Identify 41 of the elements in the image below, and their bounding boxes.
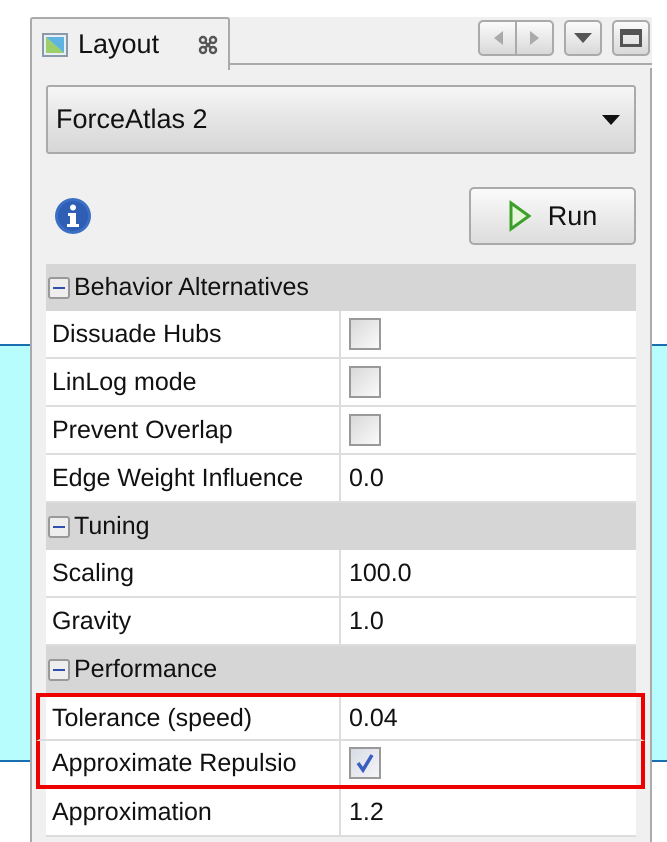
left-arrow-icon <box>492 30 504 46</box>
caret-icon <box>574 33 592 43</box>
collapse-icon[interactable] <box>48 276 70 298</box>
caret-icon <box>602 114 620 124</box>
section-header[interactable]: Performance <box>46 646 636 693</box>
maximize-button[interactable] <box>612 20 650 56</box>
property-value[interactable]: 1.2 <box>349 798 384 826</box>
layout-dropdown[interactable]: ForceAtlas 2 <box>46 85 636 154</box>
property-name: Prevent Overlap <box>46 407 341 453</box>
property-value[interactable]: 100.0 <box>349 558 412 588</box>
section-header[interactable]: Behavior Alternatives <box>46 264 636 311</box>
checkbox[interactable] <box>349 747 381 779</box>
property-name: LinLog mode <box>46 359 341 405</box>
menu-button[interactable] <box>564 20 602 56</box>
property-value[interactable]: 0.04 <box>349 704 398 732</box>
property-name: Dissuade Hubs <box>46 311 341 357</box>
property-name: Approximate Repulsio <box>46 741 341 785</box>
run-button[interactable]: Run <box>469 187 636 245</box>
checkbox[interactable] <box>349 414 381 446</box>
layout-icon <box>42 32 68 56</box>
info-icon[interactable] <box>54 197 92 235</box>
section-title: Performance <box>74 655 218 684</box>
section-title: Tuning <box>74 512 150 541</box>
section-title: Behavior Alternatives <box>74 273 309 302</box>
property-name: Edge Weight Influence <box>46 455 341 501</box>
checkbox[interactable] <box>349 366 381 398</box>
section-header[interactable]: Tuning <box>46 503 636 550</box>
layout-tab[interactable]: Layout <box>30 17 230 70</box>
checkbox[interactable] <box>349 318 381 350</box>
collapse-icon[interactable] <box>48 658 70 680</box>
property-value[interactable]: 0.0 <box>349 464 384 492</box>
maximize-icon <box>620 29 642 47</box>
play-icon <box>508 200 532 232</box>
property-value[interactable]: 1.0 <box>349 606 384 636</box>
close-icon[interactable] <box>198 34 218 54</box>
property-name: Approximation <box>46 789 341 835</box>
property-name: Tolerance (speed) <box>46 697 341 739</box>
collapse-icon[interactable] <box>48 516 70 538</box>
right-arrow-icon <box>528 30 540 46</box>
property-name: Scaling <box>46 550 341 596</box>
property-name: Gravity <box>46 598 341 644</box>
